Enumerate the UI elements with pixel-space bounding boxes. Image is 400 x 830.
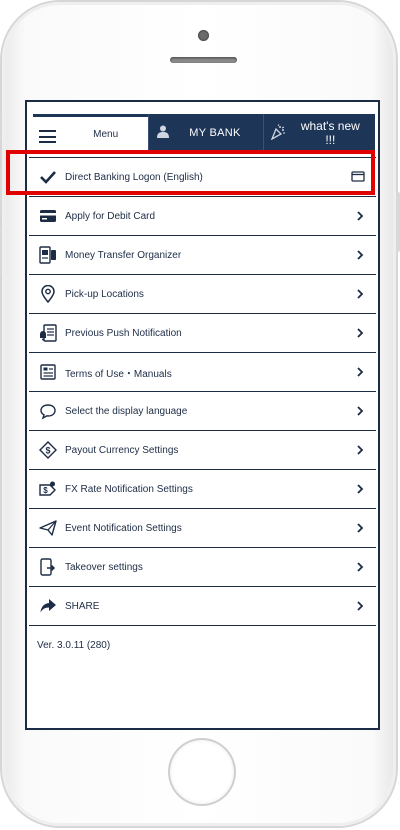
menu-item-label: Apply for Debit Card [65, 210, 156, 222]
volume-down-button [0, 227, 2, 275]
chevron-right-icon [357, 289, 364, 299]
tab-whats-new-label: what's new !!! [300, 119, 360, 147]
chevron-right-icon [357, 250, 364, 260]
svg-text:$: $ [45, 446, 50, 456]
volume-up-button [0, 167, 2, 215]
menu-item-share[interactable]: SHARE [29, 587, 376, 626]
speaker-grille [170, 57, 237, 63]
menu-item-label: Money Transfer Organizer [65, 249, 182, 261]
power-button [396, 192, 400, 252]
menu-item-pickup-locations[interactable]: Pick-up Locations [29, 275, 376, 314]
menu-item-label: Terms of Use・Manuals [65, 368, 172, 380]
menu-item-terms-of-use[interactable]: Terms of Use・Manuals [29, 353, 376, 392]
menu-item-apply-debit-card[interactable]: Apply for Debit Card [29, 197, 376, 236]
chevron-right-icon [357, 406, 364, 416]
chevron-right-icon [357, 562, 364, 572]
menu-item-label: SHARE [65, 600, 100, 612]
transfer-doc-icon [39, 246, 56, 264]
notification-list-icon [40, 324, 57, 342]
top-tab-bar: Menu MY BANK what's new !!! [33, 114, 375, 152]
menu-item-label: Takeover settings [65, 561, 143, 573]
card-window-icon [351, 171, 365, 182]
chevron-right-icon [357, 211, 364, 221]
speech-bubble-icon [40, 404, 56, 420]
menu-item-fx-rate-notification[interactable]: $ FX Rate Notification Settings [29, 470, 376, 509]
tab-my-bank[interactable]: MY BANK [148, 114, 263, 152]
chevron-right-icon [357, 328, 364, 338]
hamburger-icon [39, 130, 56, 143]
silent-switch [0, 114, 2, 140]
menu-item-label: Direct Banking Logon (English) [65, 171, 203, 183]
chevron-right-icon [357, 523, 364, 533]
card-icon [40, 210, 56, 222]
menu-item-previous-push-notification[interactable]: Previous Push Notification [29, 314, 376, 353]
chevron-right-icon [357, 484, 364, 494]
menu-item-label: Previous Push Notification [65, 327, 182, 339]
chevron-right-icon [357, 367, 364, 377]
chevron-right-icon [357, 445, 364, 455]
dollar-tag-icon: $ [39, 441, 57, 459]
menu-item-money-transfer-organizer[interactable]: Money Transfer Organizer [29, 236, 376, 275]
menu-item-direct-banking-logon[interactable]: Direct Banking Logon (English) [29, 157, 376, 197]
document-icon [40, 364, 56, 380]
app-version: Ver. 3.0.11 (280) [37, 640, 111, 651]
person-icon [157, 125, 170, 138]
tab-menu[interactable]: Menu [33, 114, 149, 152]
paper-plane-icon [39, 520, 57, 536]
tab-whats-new[interactable]: what's new !!! [262, 114, 375, 152]
home-button[interactable] [170, 740, 234, 804]
share-arrow-icon [40, 599, 56, 613]
party-popper-icon [270, 124, 285, 140]
menu-item-event-notification[interactable]: Event Notification Settings [29, 509, 376, 548]
app-screen: Menu MY BANK what's new !!! Direct Banki… [25, 100, 380, 730]
menu-item-label: Pick-up Locations [65, 288, 144, 300]
phone-transfer-icon [40, 558, 56, 576]
menu-item-display-language[interactable]: Select the display language [29, 392, 376, 431]
svg-text:$: $ [43, 486, 48, 495]
menu-item-takeover-settings[interactable]: Takeover settings [29, 548, 376, 587]
menu-item-payout-currency[interactable]: $ Payout Currency Settings [29, 431, 376, 470]
location-pin-icon [41, 285, 55, 303]
menu-item-label: Payout Currency Settings [65, 444, 179, 456]
menu-item-label: Event Notification Settings [65, 522, 182, 534]
fx-rate-icon: $ [39, 481, 56, 496]
chevron-right-icon [357, 601, 364, 611]
tab-my-bank-label: MY BANK [189, 127, 241, 139]
checkmark-icon [40, 171, 56, 184]
menu-item-label: FX Rate Notification Settings [65, 483, 193, 495]
menu-list: Direct Banking Logon (English) Apply for… [27, 157, 378, 626]
menu-item-label: Select the display language [65, 405, 188, 417]
front-camera [198, 30, 209, 41]
tab-menu-label: Menu [93, 129, 119, 140]
